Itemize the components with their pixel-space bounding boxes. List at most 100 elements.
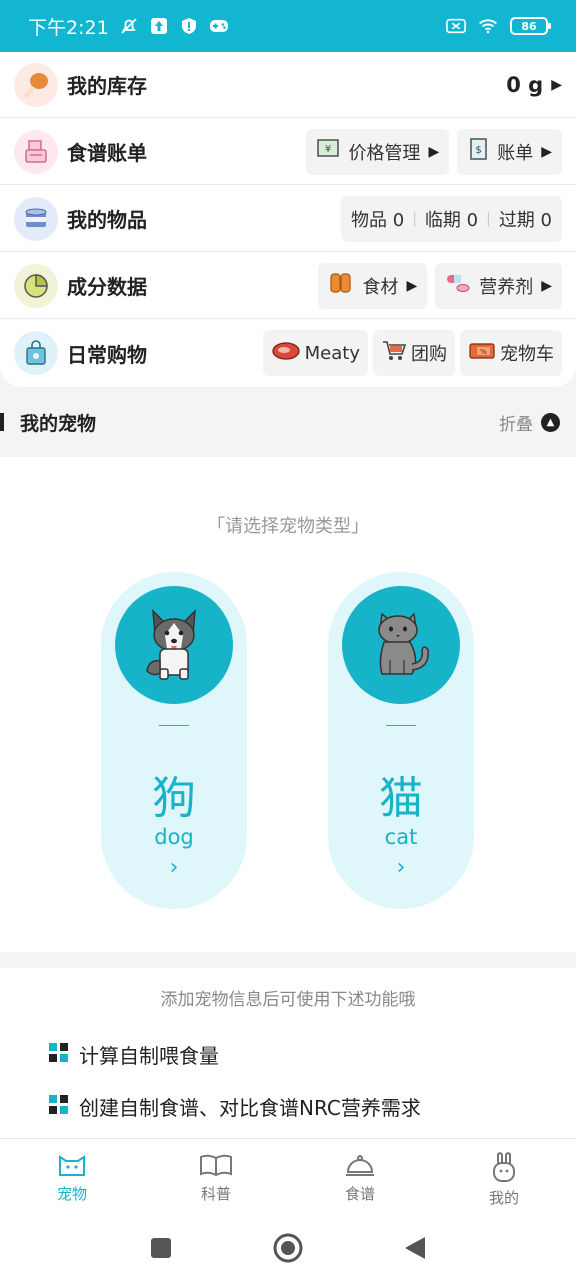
price-management-button[interactable]: ¥ 价格管理 ▶ [306,128,450,175]
status-bar: 下午2:21 86 [0,0,576,52]
food-ingredients-label: 食材 [362,276,399,298]
wifi-icon [478,16,498,36]
shopping-title: 日常购物 [67,342,147,367]
upload-icon [149,16,169,36]
back-button[interactable] [403,1235,427,1265]
cat-card[interactable]: 猫 cat › [328,572,474,909]
dog-card[interactable]: 狗 dog › [101,572,247,909]
pet-type-prompt: 「请选择宠物类型」 [207,516,369,537]
divider: | [412,210,417,227]
chevron-up-icon: ▲ [541,412,560,432]
my-pets-header: 我的宠物 折叠 ▲ [0,387,576,457]
tab-pets-label: 宠物 [56,1185,87,1203]
stock-title: 我的库存 [67,74,147,98]
meaty-label: Meaty [304,342,360,364]
fold-label: 折叠 [499,414,533,435]
group-buy-button[interactable]: 团购 [373,330,455,376]
recent-apps-button[interactable] [149,1236,173,1264]
coupon-icon: % [468,340,496,367]
items-expired: 过期 0 [498,209,552,231]
receipt-icon: $ [467,137,489,166]
book-icon [200,1154,232,1177]
bill-label: 账单 [497,142,534,164]
chevron-right-icon: ▶ [428,143,440,160]
home-button[interactable] [273,1233,303,1267]
chevron-right-icon: ▶ [541,277,552,294]
feature-label: 创建自制食谱、对比食谱NRC营养需求 [79,1096,421,1120]
grid-icon [48,1094,69,1120]
system-nav-bar [0,1220,576,1280]
svg-text:¥: ¥ [325,144,331,155]
pie-chart-icon [14,263,58,308]
price-tag-icon: ¥ [316,138,340,165]
nutrition-row: 成分数据 食材 ▶ 营养剂 ▶ [0,253,576,319]
feature-info-panel: 添加宠物信息后可使用下述功能哦 计算自制喂食量 创建自制食谱、对比食谱NRC营养… [0,968,576,1138]
chevron-right-icon: ▶ [541,143,552,160]
ingredient-icon [328,271,354,300]
stock-row[interactable]: 我的库存 0 g ▶ [0,52,576,118]
pet-box-icon [59,1155,85,1176]
food-ingredients-button[interactable]: 食材 ▶ [318,262,428,309]
tab-recipes[interactable]: 食谱 [288,1139,432,1220]
cat-label-en: cat [384,825,418,849]
pet-cart-button[interactable]: % 宠物车 [460,330,562,376]
cat-icon [378,612,429,675]
shopping-row: 日常购物 Meaty 团购 % 宠物车 [0,320,576,386]
pet-select-panel: 「请选择宠物类型」 狗 dog › 猫 cat › [0,457,576,952]
shield-icon [179,16,199,36]
feature-label: 计算自制喂食量 [79,1044,219,1068]
dog-icon [146,609,196,680]
feature-item: 创建自制食谱、对比食谱NRC营养需求 [48,1092,421,1121]
feature-item: 计算自制喂食量 [48,1040,219,1069]
divider [159,725,189,726]
items-row[interactable]: 我的物品 物品 0 | 临期 0 | 过期 0 [0,186,576,252]
menu-card: 我的库存 0 g ▶ 食谱账单 ¥ 价格管理 ▶ $ 账单 ▶ 我的物品 物品 … [0,52,576,387]
meaty-button[interactable]: Meaty [262,330,368,376]
tab-science[interactable]: 科普 [144,1139,288,1220]
tab-pets[interactable]: 宠物 [0,1139,144,1220]
drumstick-icon [14,62,58,107]
register-icon [14,129,58,174]
dog-avatar [115,586,233,704]
recipe-bill-row: 食谱账单 ¥ 价格管理 ▶ $ 账单 ▶ [0,119,576,185]
bill-button[interactable]: $ 账单 ▶ [457,128,562,175]
cat-avatar [342,586,460,704]
stock-value: 0 g [506,72,544,97]
items-near-expiry: 临期 0 [424,209,479,231]
grid-icon [48,1042,69,1068]
shopping-bag-icon [14,331,58,375]
tab-mine-label: 我的 [488,1189,519,1207]
supplements-button[interactable]: 营养剂 ▶ [435,262,562,309]
svg-text:$: $ [476,145,482,156]
tab-mine[interactable]: 我的 [432,1139,576,1220]
chevron-right-icon: › [169,855,179,880]
price-management-label: 价格管理 [348,142,421,164]
chevron-right-icon: ▶ [551,76,562,93]
sim-off-icon [446,16,466,36]
pet-cart-label: 宠物车 [500,344,554,365]
divider: | [486,210,491,227]
divider [386,725,416,726]
items-stats[interactable]: 物品 0 | 临期 0 | 过期 0 [341,195,562,242]
nutrition-title: 成分数据 [67,275,147,299]
items-title: 我的物品 [67,208,147,232]
status-time: 下午2:21 [28,16,109,39]
dog-label-cn: 狗 [152,773,196,824]
my-pets-title: 我的宠物 [20,412,97,435]
mute-bell-icon [119,16,139,36]
battery-icon: 86 [510,17,551,35]
shopping-cart-icon [381,339,407,368]
fold-toggle[interactable]: 折叠 ▲ [499,410,560,435]
tab-recipes-label: 食谱 [344,1185,375,1203]
dog-label-en: dog [154,825,194,849]
chevron-right-icon: ▶ [406,277,418,294]
cat-label-cn: 猫 [379,773,423,824]
pill-icon [445,271,471,300]
chevron-right-icon: › [396,855,406,880]
bottom-tab-bar: 宠物 科普 食谱 我的 [0,1138,576,1220]
gamepad-icon [209,16,229,36]
tab-science-label: 科普 [200,1185,231,1203]
can-icon [14,196,58,241]
group-buy-label: 团购 [411,344,447,365]
feature-note: 添加宠物信息后可使用下述功能哦 [160,990,416,1010]
